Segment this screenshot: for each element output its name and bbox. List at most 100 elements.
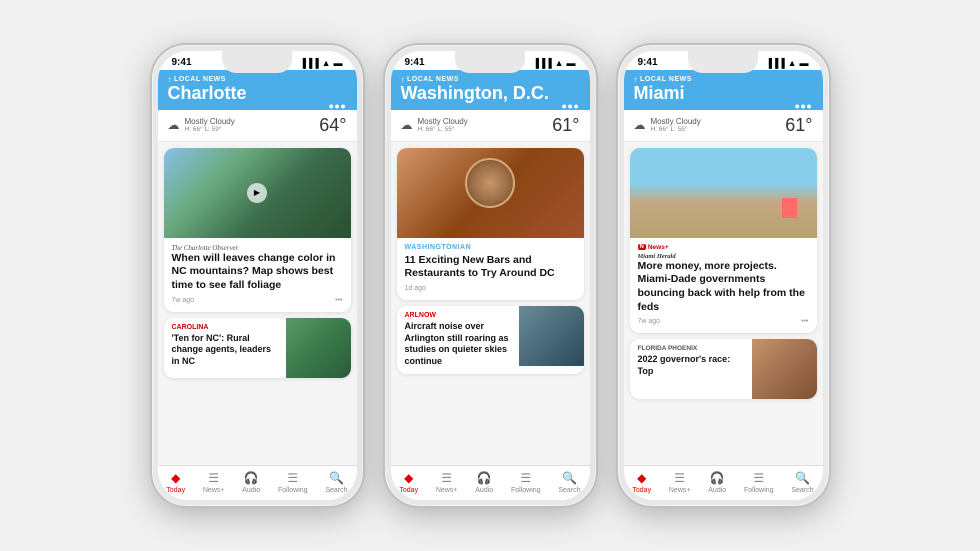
tab-bar-charlotte: ◆ Today ☰ News+ 🎧 Audio ☰ Following 🔍 bbox=[158, 465, 357, 500]
signal-icon: ▐▐▐ bbox=[299, 58, 318, 68]
tab-today-miami[interactable]: ◆ Today bbox=[632, 471, 651, 494]
newsplus-icon-dc: ☰ bbox=[441, 471, 452, 485]
secondary-text-washington: ARLNOW Aircraft noise over Arlington sti… bbox=[397, 306, 519, 374]
cloud-icon-dc: ☁ bbox=[401, 118, 413, 132]
app-header-miami: LOCAL NEWS Miami ••• bbox=[624, 70, 823, 110]
notch-washington bbox=[455, 51, 525, 73]
source-charlotte: The Charlotte Observer bbox=[172, 244, 343, 252]
notch-charlotte bbox=[222, 51, 292, 73]
tab-today-charlotte[interactable]: ◆ Today bbox=[166, 471, 185, 494]
tab-today-label: Today bbox=[166, 487, 185, 494]
tab-search-washington[interactable]: 🔍 Search bbox=[558, 471, 580, 494]
more-button-charlotte[interactable]: ••• bbox=[329, 98, 347, 114]
city-title-charlotte: Charlotte bbox=[168, 84, 347, 104]
app-header-charlotte: LOCAL NEWS Charlotte ••• bbox=[158, 70, 357, 110]
following-icon: ☰ bbox=[287, 471, 298, 485]
dots-charlotte: ••• bbox=[335, 297, 342, 304]
audio-icon: 🎧 bbox=[244, 471, 259, 485]
battery-icon: ▬ bbox=[334, 58, 343, 68]
main-card-charlotte[interactable]: ▶ The Charlotte Observer When will leave… bbox=[164, 148, 351, 312]
tab-search-label-dc: Search bbox=[558, 487, 580, 494]
following-icon-dc: ☰ bbox=[520, 471, 531, 485]
tab-following-washington[interactable]: ☰ Following bbox=[511, 471, 541, 494]
signal-icon-dc: ▐▐▐ bbox=[532, 58, 551, 68]
tab-audio-charlotte[interactable]: 🎧 Audio bbox=[242, 471, 260, 494]
tab-newsplus-label-miami: News+ bbox=[669, 487, 691, 494]
tab-search-miami[interactable]: 🔍 Search bbox=[791, 471, 813, 494]
news-scroll-miami: News+ Miami Herald More money, more proj… bbox=[624, 142, 823, 465]
audio-icon-miami: 🎧 bbox=[710, 471, 725, 485]
tab-newsplus-label-dc: News+ bbox=[436, 487, 458, 494]
weather-bar-charlotte: ☁ Mostly Cloudy H: 66° L: 59° 64° bbox=[158, 110, 357, 142]
card-meta-washington: 1d ago bbox=[405, 285, 576, 292]
secondary-headline-miami: 2022 governor's race: Top bbox=[638, 354, 744, 377]
source-miami: Miami Herald bbox=[638, 253, 809, 260]
card-meta-miami: 7w ago ••• bbox=[638, 318, 809, 325]
tab-search-label: Search bbox=[325, 487, 347, 494]
news-scroll-charlotte: ▶ The Charlotte Observer When will leave… bbox=[158, 142, 357, 465]
card-meta-charlotte: 7w ago ••• bbox=[172, 297, 343, 304]
newsplus-icon: ☰ bbox=[208, 471, 219, 485]
secondary-card-washington[interactable]: ARLNOW Aircraft noise over Arlington sti… bbox=[397, 306, 584, 374]
time-charlotte: 9:41 bbox=[172, 57, 192, 68]
ago-washington: 1d ago bbox=[405, 285, 426, 292]
weather-desc-miami: Mostly Cloudy bbox=[651, 117, 701, 126]
tab-today-washington[interactable]: ◆ Today bbox=[399, 471, 418, 494]
tab-following-miami[interactable]: ☰ Following bbox=[744, 471, 774, 494]
phone-washington: 9:41 ▐▐▐ ▲ ▬ LOCAL NEWS Washington, D.C.… bbox=[383, 43, 598, 508]
tab-newsplus-washington[interactable]: ☰ News+ bbox=[436, 471, 458, 494]
secondary-source-miami: FLORIDA PHOENIX bbox=[638, 345, 744, 352]
wifi-icon-dc: ▲ bbox=[555, 58, 564, 68]
time-miami: 9:41 bbox=[638, 57, 658, 68]
tab-newsplus-charlotte[interactable]: ☰ News+ bbox=[203, 471, 225, 494]
main-card-washington[interactable]: WASHINGTONIAN 11 Exciting New Bars and R… bbox=[397, 148, 584, 300]
today-icon: ◆ bbox=[171, 471, 180, 485]
weather-desc-charlotte: Mostly Cloudy bbox=[185, 117, 235, 126]
secondary-image-miami bbox=[752, 339, 817, 399]
tab-following-charlotte[interactable]: ☰ Following bbox=[278, 471, 308, 494]
secondary-image-charlotte bbox=[286, 318, 351, 378]
weather-sub-washington: H: 66° L: 55° bbox=[418, 126, 468, 133]
card-image-charlotte: ▶ bbox=[164, 148, 351, 238]
secondary-source-charlotte: CAROLINA bbox=[172, 324, 278, 331]
tab-search-charlotte[interactable]: 🔍 Search bbox=[325, 471, 347, 494]
time-washington: 9:41 bbox=[405, 57, 425, 68]
city-title-miami: Miami bbox=[634, 84, 813, 104]
weather-left-miami: ☁ Mostly Cloudy H: 66° L: 55° bbox=[634, 117, 701, 133]
weather-desc-washington: Mostly Cloudy bbox=[418, 117, 468, 126]
card-image-washington bbox=[397, 148, 584, 238]
news-scroll-washington: WASHINGTONIAN 11 Exciting New Bars and R… bbox=[391, 142, 590, 465]
card-body-charlotte: The Charlotte Observer When will leaves … bbox=[164, 238, 351, 312]
tab-bar-washington: ◆ Today ☰ News+ 🎧 Audio ☰ Following 🔍 bbox=[391, 465, 590, 500]
weather-left-charlotte: ☁ Mostly Cloudy H: 66° L: 59° bbox=[168, 117, 235, 133]
dots-miami: ••• bbox=[801, 318, 808, 325]
secondary-card-charlotte[interactable]: CAROLINA 'Ten for NC': Rural change agen… bbox=[164, 318, 351, 378]
weather-left-washington: ☁ Mostly Cloudy H: 66° L: 55° bbox=[401, 117, 468, 133]
main-card-miami[interactable]: News+ Miami Herald More money, more proj… bbox=[630, 148, 817, 334]
search-icon-dc: 🔍 bbox=[562, 471, 577, 485]
weather-sub-miami: H: 66° L: 55° bbox=[651, 126, 701, 133]
battery-icon-dc: ▬ bbox=[567, 58, 576, 68]
headline-charlotte: When will leaves change color in NC moun… bbox=[172, 252, 343, 293]
battery-icon-miami: ▬ bbox=[800, 58, 809, 68]
phone-miami: 9:41 ▐▐▐ ▲ ▬ LOCAL NEWS Miami ••• ☁ Mo bbox=[616, 43, 831, 508]
more-button-washington[interactable]: ••• bbox=[562, 98, 580, 114]
secondary-source-washington: ARLNOW bbox=[405, 312, 511, 319]
app-header-washington: LOCAL NEWS Washington, D.C. ••• bbox=[391, 70, 590, 110]
city-title-washington: Washington, D.C. bbox=[401, 84, 580, 104]
tab-audio-miami[interactable]: 🎧 Audio bbox=[708, 471, 726, 494]
cloud-icon-miami: ☁ bbox=[634, 118, 646, 132]
secondary-card-miami[interactable]: FLORIDA PHOENIX 2022 governor's race: To… bbox=[630, 339, 817, 399]
more-button-miami[interactable]: ••• bbox=[795, 98, 813, 114]
audio-icon-dc: 🎧 bbox=[477, 471, 492, 485]
status-icons-charlotte: ▐▐▐ ▲ ▬ bbox=[299, 58, 342, 68]
status-icons-washington: ▐▐▐ ▲ ▬ bbox=[532, 58, 575, 68]
tab-audio-washington[interactable]: 🎧 Audio bbox=[475, 471, 493, 494]
headline-washington: 11 Exciting New Bars and Restaurants to … bbox=[405, 254, 576, 281]
weather-sub-charlotte: H: 66° L: 59° bbox=[185, 126, 235, 133]
search-icon-charlotte: 🔍 bbox=[329, 471, 344, 485]
today-icon-miami: ◆ bbox=[637, 471, 646, 485]
status-icons-miami: ▐▐▐ ▲ ▬ bbox=[765, 58, 808, 68]
tab-today-label-miami: Today bbox=[632, 487, 651, 494]
tab-newsplus-miami[interactable]: ☰ News+ bbox=[669, 471, 691, 494]
